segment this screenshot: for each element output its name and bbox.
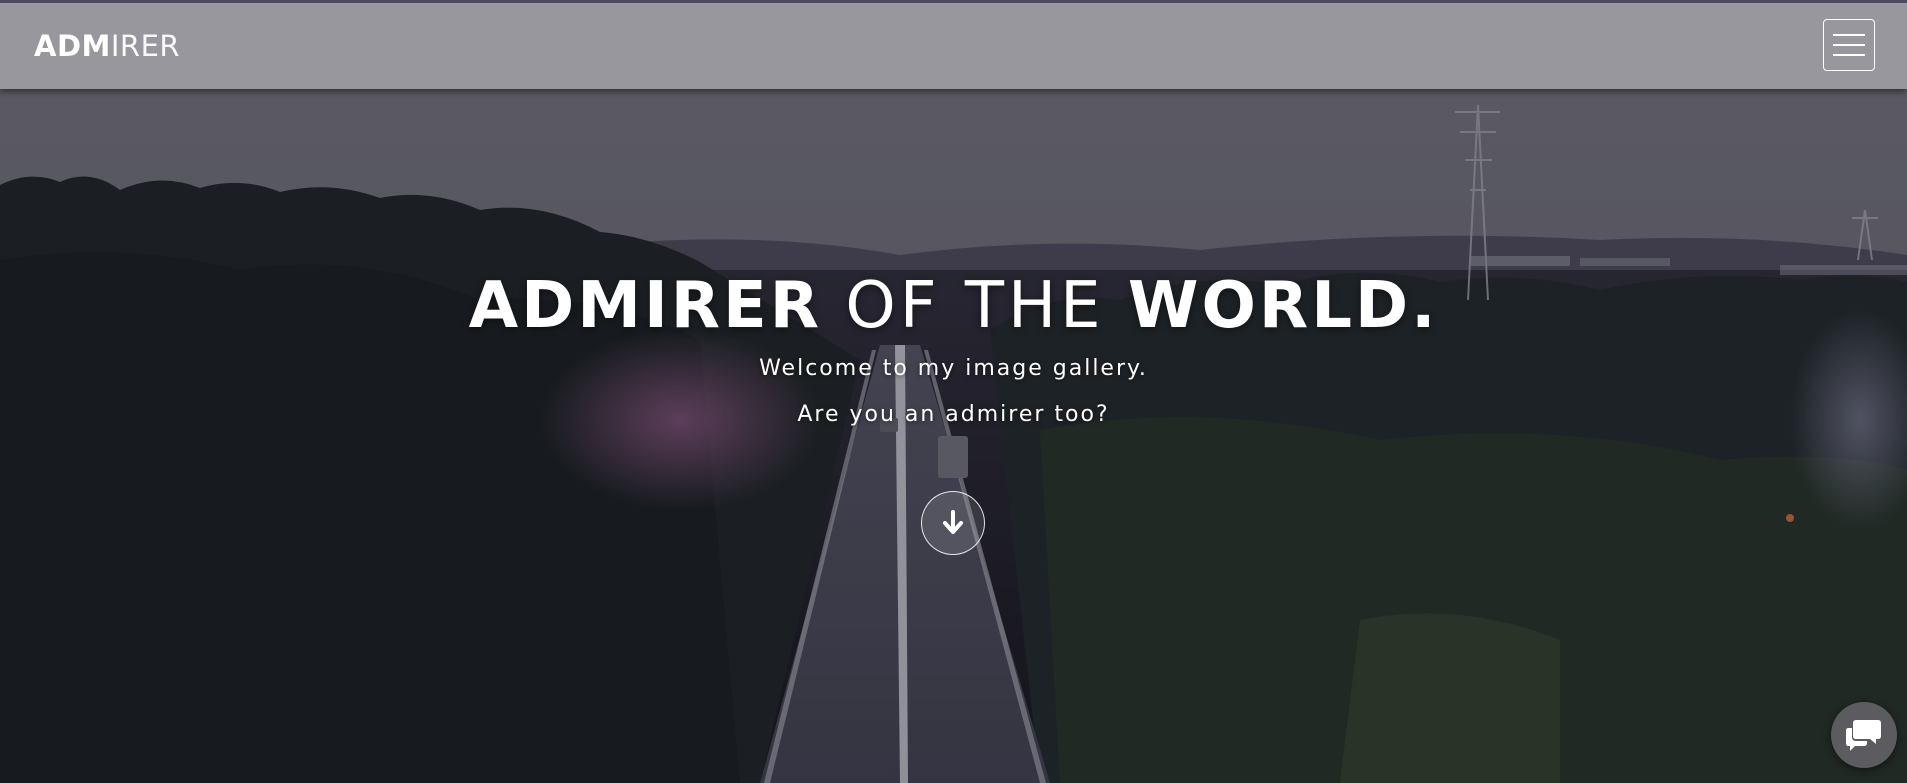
- hero-title-of-the: OF THE: [845, 269, 1105, 343]
- hero-section: ADMIRER OF THE WORLD. Welcome to my imag…: [0, 89, 1907, 783]
- scroll-down-button[interactable]: [921, 491, 985, 555]
- chat-widget-button[interactable]: [1831, 702, 1897, 768]
- navbar: ADMIRER: [0, 0, 1907, 89]
- brand-logo[interactable]: ADMIRER: [34, 28, 180, 64]
- brand-logo-bold: ADM: [34, 29, 111, 63]
- brand-logo-light: IRER: [110, 29, 181, 63]
- hero-title-admirer: ADMIRER: [468, 269, 823, 343]
- menu-toggle-button[interactable]: [1823, 19, 1875, 71]
- hero-title: ADMIRER OF THE WORLD.: [0, 268, 1907, 344]
- hero-subtitle-question: Are you an admirer too?: [797, 402, 1110, 427]
- arrow-down-icon: [943, 510, 963, 534]
- chat-bubbles-icon: [1846, 720, 1881, 751]
- hero-title-world: WORLD.: [1127, 269, 1439, 343]
- top-accent-line: [0, 0, 1907, 3]
- hero-subtitle-welcome: Welcome to my image gallery.: [759, 356, 1148, 381]
